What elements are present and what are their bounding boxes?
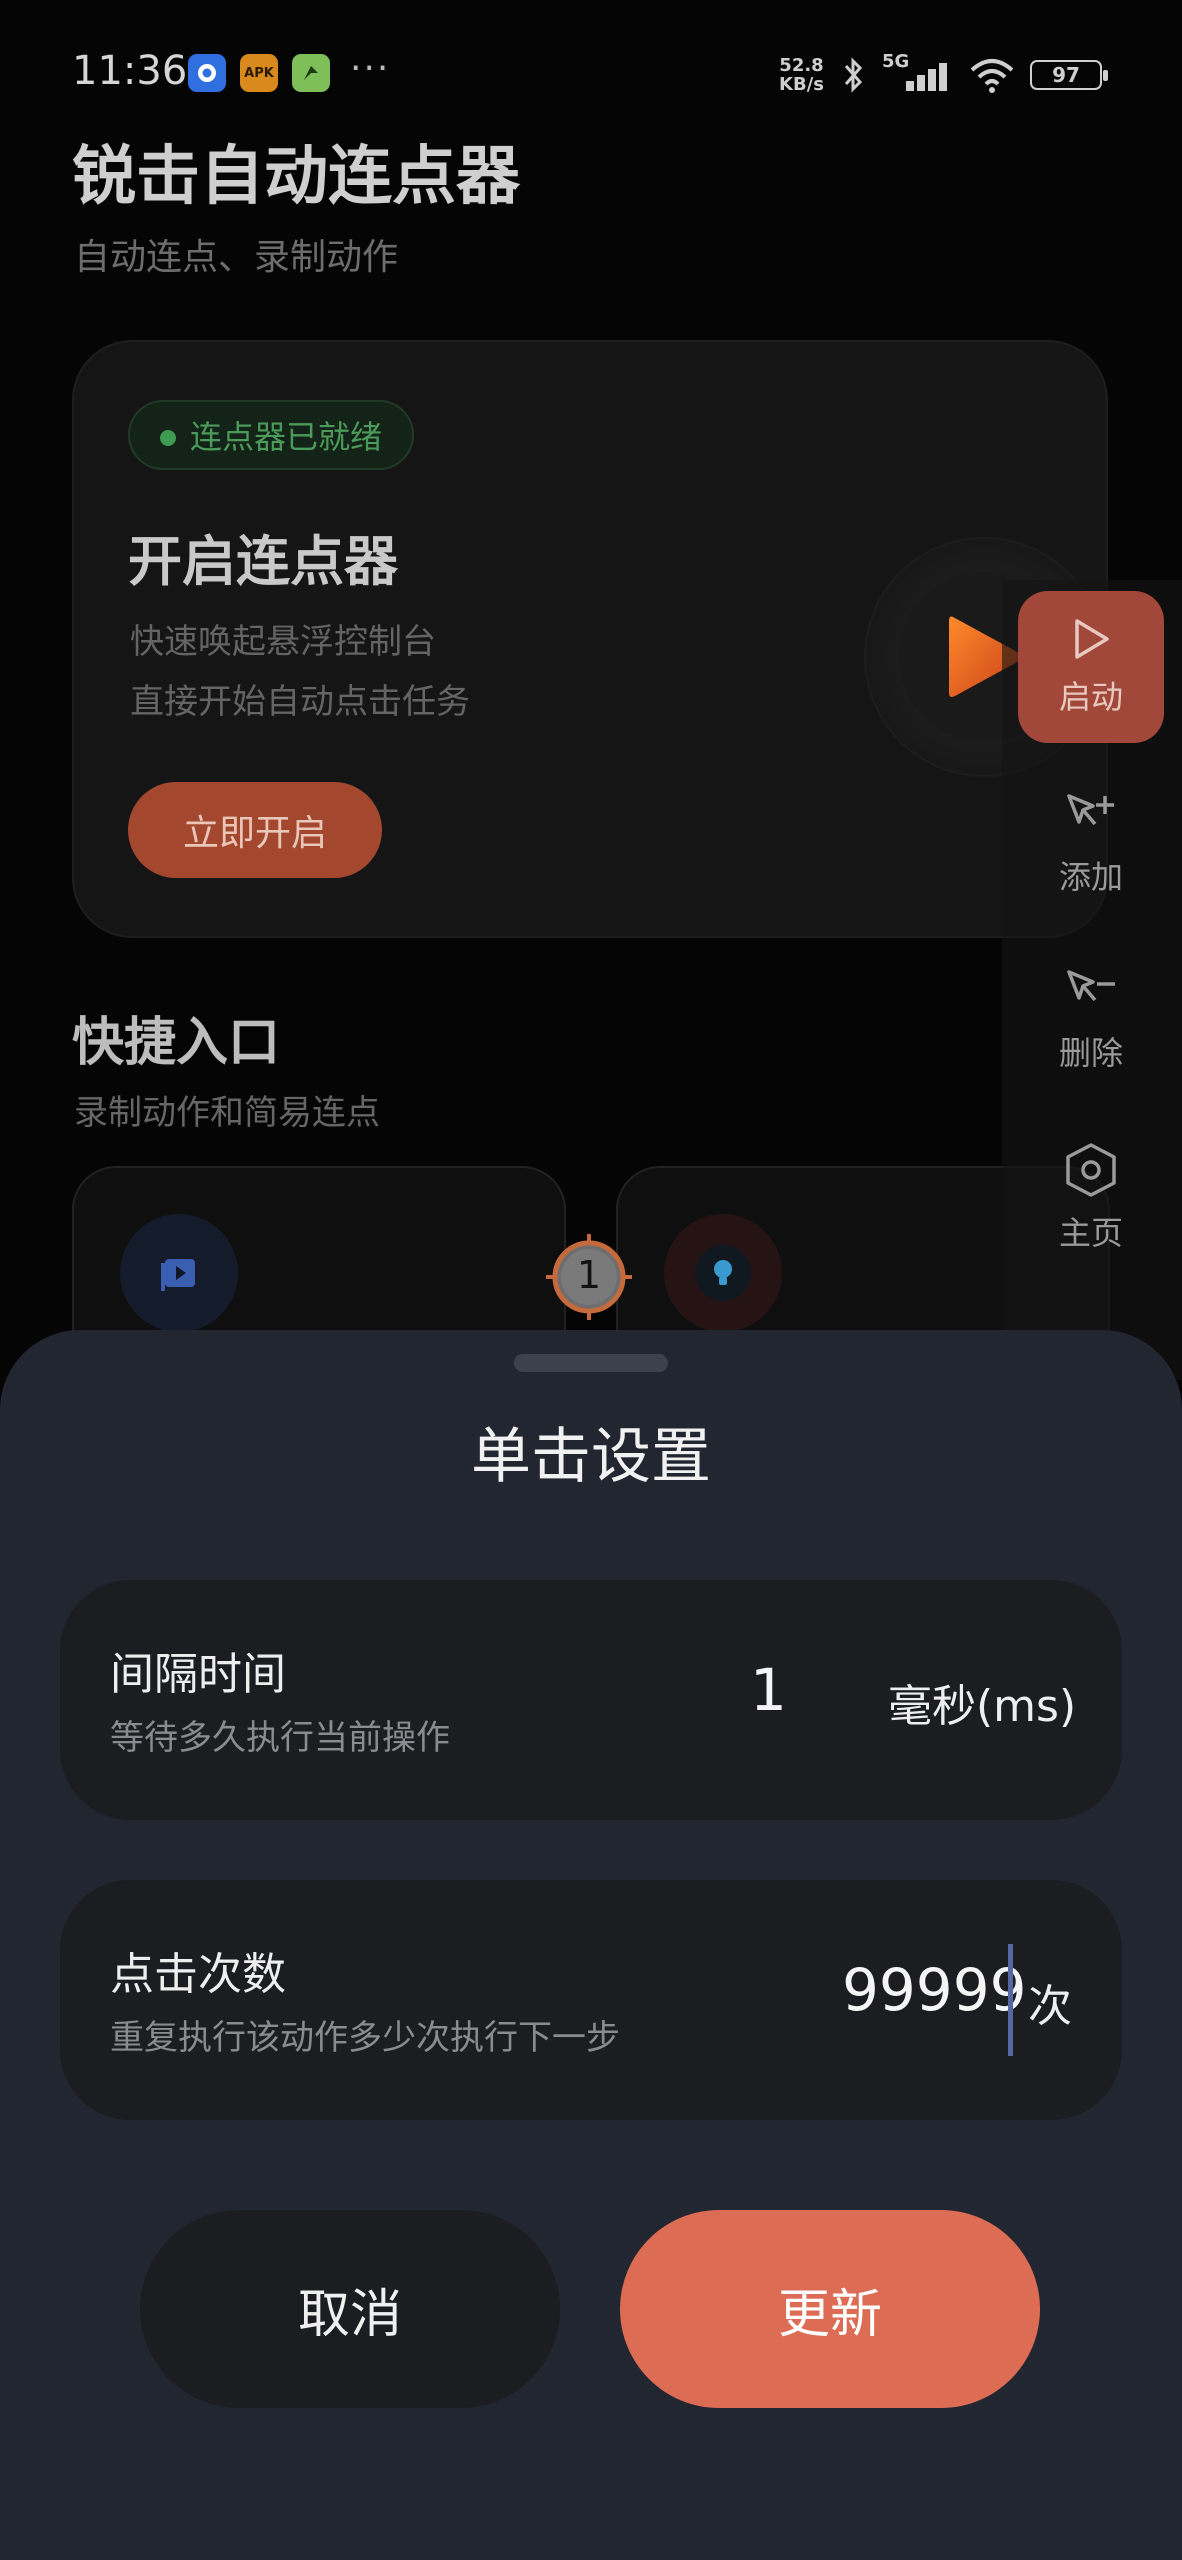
apk-app-icon: APK xyxy=(240,54,278,92)
click-count-unit: 次 xyxy=(1028,1981,1072,2032)
sheet-drag-handle[interactable] xyxy=(514,1354,668,1372)
wifi-icon xyxy=(970,59,1014,93)
lightbulb-icon xyxy=(664,1214,782,1332)
app-title: 锐击自动连点器 xyxy=(72,140,520,214)
open-now-button[interactable]: 立即开启 xyxy=(128,782,382,878)
browser-app-icon xyxy=(188,54,226,92)
battery-icon: 97 xyxy=(1030,60,1108,90)
signal-icon: 5G xyxy=(882,51,954,95)
cursor-minus-icon xyxy=(1067,970,1115,1002)
ready-status-badge: 连点器已就绪 xyxy=(128,400,415,470)
game-app-icon xyxy=(292,54,330,92)
click-count-row: 点击次数 重复执行该动作多少次执行下一步 99999 次 xyxy=(60,1880,1122,2120)
target-number: 1 xyxy=(576,1253,602,1297)
cancel-button[interactable]: 取消 xyxy=(140,2210,560,2408)
net-speed: 52.8 KB/s xyxy=(779,55,824,95)
hexagon-icon xyxy=(1066,1143,1116,1197)
quick-entry-subtitle: 录制动作和简易连点 xyxy=(74,1093,380,1133)
click-target-marker[interactable]: 1 xyxy=(546,1234,632,1320)
interval-row: 间隔时间 等待多久执行当前操作 1 毫秒(ms) xyxy=(60,1580,1122,1820)
hero-title: 开启连点器 xyxy=(128,530,398,593)
status-right: 52.8 KB/s 5G 97 xyxy=(779,50,1108,100)
toolbar-delete-button[interactable]: 删除 xyxy=(1018,944,1164,1096)
text-cursor xyxy=(1008,1944,1013,2056)
toolbar-add-button[interactable]: 添加 xyxy=(1018,768,1164,920)
video-library-icon xyxy=(120,1214,238,1332)
more-notifications-icon: ··· xyxy=(350,48,391,89)
quick-entry-title: 快捷入口 xyxy=(72,1013,281,1073)
interval-unit: 毫秒(ms) xyxy=(888,1681,1077,1732)
toolbar-home-button[interactable]: 主页 xyxy=(1018,1122,1164,1274)
sheet-title: 单击设置 xyxy=(471,1422,711,1492)
hero-card: 连点器已就绪 开启连点器 快速唤起悬浮控制台 直接开始自动点击任务 立即开启 xyxy=(72,340,1108,938)
click-count-input[interactable]: 99999 xyxy=(842,1956,1027,2024)
app-subtitle: 自动连点、录制动作 xyxy=(74,237,399,278)
interval-input[interactable]: 1 xyxy=(750,1656,787,1724)
cursor-plus-icon xyxy=(1067,794,1114,826)
play-outline-icon xyxy=(1075,619,1109,659)
hero-description-2: 直接开始自动点击任务 xyxy=(130,682,470,722)
click-count-label: 点击次数 xyxy=(110,1949,286,2000)
click-count-description: 重复执行该动作多少次执行下一步 xyxy=(110,2018,620,2058)
update-button[interactable]: 更新 xyxy=(620,2210,1040,2408)
status-time: 11:36 xyxy=(72,48,188,94)
bluetooth-icon xyxy=(844,57,863,93)
interval-label: 间隔时间 xyxy=(110,1649,286,1700)
toolbar-start-button[interactable]: 启动 xyxy=(1018,591,1164,743)
hero-description-1: 快速唤起悬浮控制台 xyxy=(130,622,436,662)
interval-description: 等待多久执行当前操作 xyxy=(110,1718,450,1758)
